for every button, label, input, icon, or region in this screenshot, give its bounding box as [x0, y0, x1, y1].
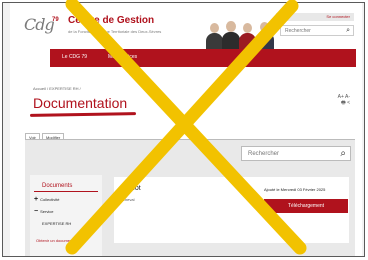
- document-title[interactable]: Dépot: [122, 185, 141, 192]
- sidebar-item-label: EXPERTISE RH: [42, 221, 72, 226]
- staff-photo: [206, 17, 274, 51]
- nav-item-cdg[interactable]: Le CDG 79: [62, 54, 87, 60]
- sidebar-title: Documents: [42, 183, 73, 189]
- document-card: Dépot Cheval Ajouté le Mercredi 03 Févri…: [114, 177, 349, 243]
- content-search-placeholder: Rechercher: [248, 151, 280, 157]
- sidebar-item-collectivite[interactable]: + Collectivité: [34, 196, 59, 203]
- brand-title: Centre de Gestion: [68, 15, 155, 26]
- screenshot-frame: Cdg 79 Centre de Gestion de la Fonction …: [2, 2, 365, 257]
- logo-number: 79: [52, 17, 59, 23]
- website: Cdg 79 Centre de Gestion de la Fonction …: [10, 3, 362, 256]
- document-meta: Cheval: [122, 197, 135, 202]
- sidebar-item-label: Collectivité: [40, 197, 60, 202]
- search-icon[interactable]: ⌕: [340, 148, 346, 159]
- login-link[interactable]: Se connecter: [276, 13, 354, 21]
- print-share-icons[interactable]: 🖶 <: [328, 100, 350, 106]
- brand-subtitle: de la Fonction Publique Territoriale des…: [68, 29, 162, 34]
- collapse-icon[interactable]: −: [34, 208, 38, 215]
- search-icon[interactable]: ⌕: [346, 27, 350, 35]
- content-search-input[interactable]: Rechercher ⌕: [241, 146, 351, 161]
- header-search-input[interactable]: Rechercher ⌕: [280, 25, 354, 36]
- page-tools[interactable]: A+ A- 🖶 <: [328, 94, 350, 106]
- title-underline: [29, 112, 137, 117]
- breadcrumb[interactable]: Accueil / EXPERTISE RH /: [33, 86, 81, 91]
- obtain-document-link[interactable]: Obtenir un document: [36, 238, 73, 243]
- sidebar-item-expertise[interactable]: EXPERTISE RH: [42, 221, 71, 226]
- header-search-placeholder: Rechercher: [285, 28, 311, 34]
- document-date: Ajouté le Mercredi 03 Février 2025: [264, 187, 326, 192]
- sidebar-item-service[interactable]: − Service: [34, 208, 53, 215]
- documents-sidebar: Documents + Collectivité − Service EXPERTI…: [30, 175, 102, 256]
- page-title: Documentation: [33, 95, 128, 111]
- sidebar-title-line: [34, 191, 98, 192]
- expand-icon[interactable]: +: [34, 196, 38, 203]
- nav-item-services[interactable]: Mes services: [108, 54, 137, 60]
- logo[interactable]: Cdg: [24, 15, 55, 34]
- main-nav: Le CDG 79 Mes services: [50, 49, 356, 67]
- download-button[interactable]: Téléchargement: [264, 199, 348, 213]
- sidebar-item-label: Service: [40, 209, 54, 214]
